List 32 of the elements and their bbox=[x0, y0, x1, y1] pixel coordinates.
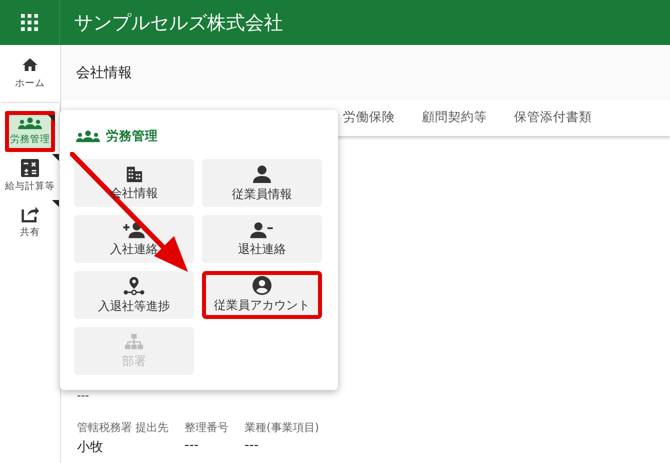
tab[interactable]: 労働保険 bbox=[343, 108, 418, 128]
company-name: サンプルセルズ株式会社 bbox=[73, 10, 283, 36]
location-pin-icon bbox=[123, 276, 145, 296]
field-label: 業種(事業項目) bbox=[244, 420, 320, 435]
tab[interactable]: 顧問契約等 bbox=[422, 108, 510, 128]
calculator-icon bbox=[21, 159, 39, 177]
field-label: 整理番号 bbox=[184, 420, 228, 435]
page-title: 会社情報 bbox=[76, 64, 132, 82]
people-icon bbox=[18, 117, 42, 130]
tab[interactable]: 保管添付書類 bbox=[514, 108, 615, 128]
field-value: 小牧 bbox=[77, 439, 104, 456]
sidebar-item[interactable]: ホーム bbox=[1, 47, 59, 103]
account-circle-icon bbox=[252, 276, 272, 295]
apps-grid-icon bbox=[21, 14, 38, 31]
home-icon bbox=[21, 56, 39, 74]
person-plus-icon bbox=[122, 220, 146, 238]
person-icon bbox=[252, 164, 272, 184]
building-icon bbox=[125, 164, 143, 182]
person-minus-icon bbox=[250, 220, 274, 238]
popup-title: 労務管理 bbox=[106, 128, 158, 145]
menu-tile[interactable]: 入退社等進捗 bbox=[74, 271, 194, 319]
field-value: --- bbox=[244, 438, 260, 453]
field-value: --- bbox=[77, 389, 90, 402]
menu-tile[interactable]: 従業員情報 bbox=[202, 159, 322, 207]
sidebar-item[interactable]: 労務管理 bbox=[5, 111, 55, 152]
field-value: --- bbox=[184, 438, 200, 453]
people-icon bbox=[76, 130, 100, 143]
menu-tile[interactable]: 従業員アカウント bbox=[202, 271, 322, 319]
org-chart-icon bbox=[125, 332, 143, 350]
menu-tile[interactable]: 退社連絡 bbox=[202, 215, 322, 263]
share-icon bbox=[21, 205, 39, 223]
field-label: 管轄税務署 提出先 bbox=[77, 420, 168, 435]
